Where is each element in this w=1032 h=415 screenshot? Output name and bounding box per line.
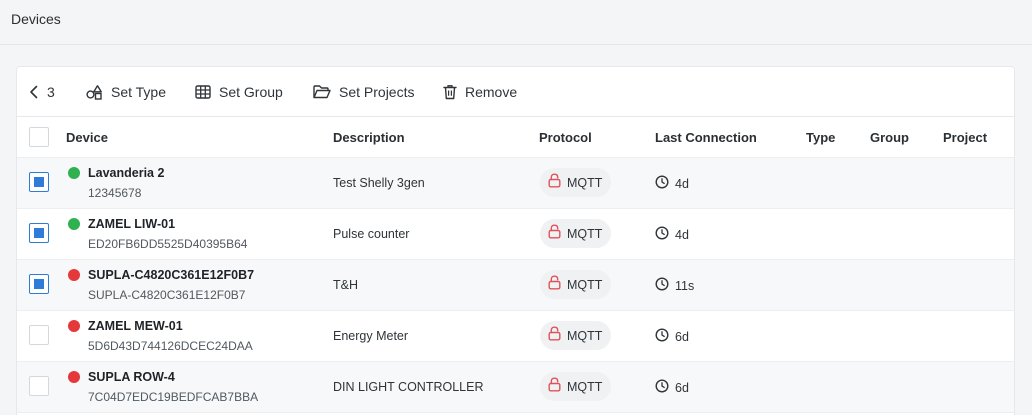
set-type-label: Set Type bbox=[111, 84, 167, 100]
set-type-button[interactable]: Set Type bbox=[86, 82, 166, 102]
device-id: 7C04D7EDC19BEDFCAB7BBA bbox=[88, 390, 259, 404]
column-header-description[interactable]: Description bbox=[333, 130, 405, 145]
device-name[interactable]: ZAMEL MEW-01 bbox=[88, 319, 183, 333]
protocol-label: MQTT bbox=[567, 379, 603, 394]
row-checkbox[interactable] bbox=[29, 223, 49, 243]
table-header: Device Description Protocol Last Connect… bbox=[17, 117, 1014, 158]
trash-icon bbox=[443, 84, 457, 100]
device-name[interactable]: SUPLA ROW-4 bbox=[88, 370, 175, 384]
column-header-last-connection[interactable]: Last Connection bbox=[655, 130, 757, 145]
protocol-badge: MQTT bbox=[540, 219, 611, 248]
device-id: 5D6D43D744126DCEC24DAA bbox=[88, 339, 253, 353]
back-button[interactable]: 3 bbox=[29, 82, 55, 102]
page-title: Devices bbox=[11, 11, 61, 27]
table-row[interactable]: Lavanderia 2 12345678 Test Shelly 3gen MQTT… bbox=[17, 158, 1014, 209]
column-header-protocol[interactable]: Protocol bbox=[539, 130, 592, 145]
device-description: T&H bbox=[333, 278, 358, 292]
last-connection: 4d bbox=[655, 175, 689, 192]
set-projects-label: Set Projects bbox=[339, 84, 415, 100]
devices-card: 3 Set Type Set Group Set Projects Remove bbox=[16, 66, 1015, 415]
protocol-label: MQTT bbox=[567, 226, 603, 241]
row-checkbox[interactable] bbox=[29, 376, 49, 396]
unlocked-lock-icon bbox=[548, 172, 561, 193]
status-dot bbox=[68, 167, 80, 179]
device-id: ED20FB6DD5525D40395B64 bbox=[88, 237, 248, 251]
row-checkbox[interactable] bbox=[29, 172, 49, 192]
table-row[interactable]: SUPLA ROW-4 7C04D7EDC19BEDFCAB7BBA DIN LIG… bbox=[17, 362, 1014, 413]
unlocked-lock-icon bbox=[548, 325, 561, 346]
selected-count: 3 bbox=[47, 84, 55, 100]
set-group-label: Set Group bbox=[219, 84, 283, 100]
protocol-badge: MQTT bbox=[540, 372, 611, 401]
column-header-device[interactable]: Device bbox=[66, 130, 108, 145]
column-header-group[interactable]: Group bbox=[870, 130, 909, 145]
last-connection-value: 4d bbox=[675, 176, 689, 191]
last-connection: 4d bbox=[655, 226, 689, 243]
table-grid-icon bbox=[195, 85, 211, 99]
table-row[interactable]: ZAMEL MEW-01 5D6D43D744126DCEC24DAA Energy… bbox=[17, 311, 1014, 362]
set-group-button[interactable]: Set Group bbox=[195, 82, 283, 102]
clock-icon bbox=[655, 379, 669, 396]
clock-icon bbox=[655, 277, 669, 294]
bulk-actions-toolbar: 3 Set Type Set Group Set Projects Remove bbox=[17, 67, 1014, 117]
device-description: DIN LIGHT CONTROLLER bbox=[333, 380, 484, 394]
device-description: Pulse counter bbox=[333, 227, 410, 241]
row-checkbox[interactable] bbox=[29, 325, 49, 345]
protocol-badge: MQTT bbox=[540, 168, 611, 197]
device-id: SUPLA-C4820C361E12F0B7 bbox=[88, 288, 246, 302]
device-description: Energy Meter bbox=[333, 329, 409, 343]
column-header-type[interactable]: Type bbox=[806, 130, 835, 145]
table-row[interactable]: ZAMEL LIW-01 ED20FB6DD5525D40395B64 Pulse … bbox=[17, 209, 1014, 260]
status-dot bbox=[68, 371, 80, 383]
last-connection: 11s bbox=[655, 277, 694, 294]
clock-icon bbox=[655, 226, 669, 243]
protocol-badge: MQTT bbox=[540, 321, 611, 350]
last-connection-value: 11s bbox=[675, 278, 695, 293]
unlocked-lock-icon bbox=[548, 223, 561, 244]
remove-label: Remove bbox=[465, 84, 518, 100]
table-row[interactable]: SUPLA-C4820C361E12F0B7 SUPLA-C4820C361E12… bbox=[17, 260, 1014, 311]
status-dot bbox=[68, 320, 80, 332]
folder-open-icon bbox=[313, 85, 331, 99]
device-id: 12345678 bbox=[88, 186, 142, 200]
protocol-label: MQTT bbox=[567, 277, 603, 292]
select-all-checkbox[interactable] bbox=[29, 127, 49, 147]
unlocked-lock-icon bbox=[548, 376, 561, 397]
status-dot bbox=[68, 269, 80, 281]
page-header: Devices bbox=[0, 0, 1032, 45]
last-connection: 6d bbox=[655, 379, 689, 396]
protocol-label: MQTT bbox=[567, 175, 603, 190]
clock-icon bbox=[655, 328, 669, 345]
device-name[interactable]: Lavanderia 2 bbox=[88, 166, 164, 180]
last-connection-value: 6d bbox=[675, 329, 689, 344]
chevron-left-icon bbox=[29, 85, 39, 99]
last-connection: 6d bbox=[655, 328, 689, 345]
column-header-project[interactable]: Project bbox=[943, 130, 987, 145]
protocol-label: MQTT bbox=[567, 328, 603, 343]
device-name[interactable]: SUPLA-C4820C361E12F0B7 bbox=[88, 268, 254, 282]
protocol-badge: MQTT bbox=[540, 270, 611, 299]
row-checkbox[interactable] bbox=[29, 274, 49, 294]
shapes-icon bbox=[86, 84, 103, 100]
last-connection-value: 6d bbox=[675, 380, 689, 395]
status-dot bbox=[68, 218, 80, 230]
clock-icon bbox=[655, 175, 669, 192]
last-connection-value: 4d bbox=[675, 227, 689, 242]
remove-button[interactable]: Remove bbox=[443, 82, 517, 102]
device-description: Test Shelly 3gen bbox=[333, 176, 425, 190]
set-projects-button[interactable]: Set Projects bbox=[313, 82, 414, 102]
unlocked-lock-icon bbox=[548, 274, 561, 295]
device-name[interactable]: ZAMEL LIW-01 bbox=[88, 217, 175, 231]
